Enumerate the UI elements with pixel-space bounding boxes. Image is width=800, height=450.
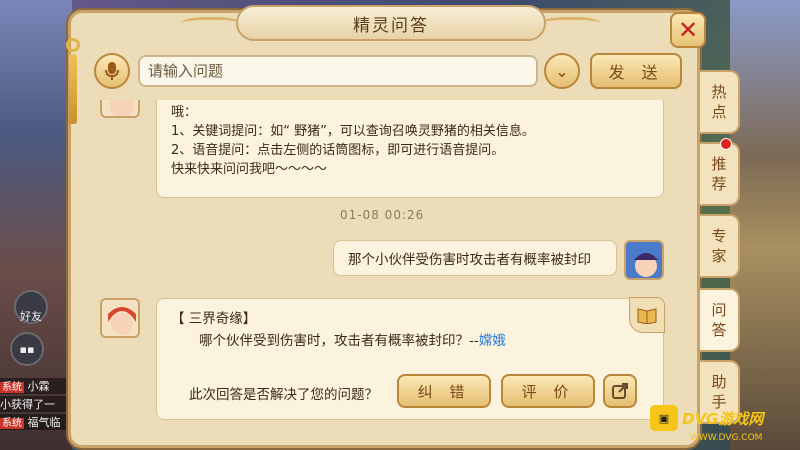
- intro-line: 哦：: [171, 105, 198, 120]
- tab-qa-label: 问答: [711, 301, 727, 339]
- tab-expert[interactable]: 专家: [700, 214, 740, 278]
- title-ornament-right: [541, 17, 601, 33]
- answer-message: 【 三界奇缘】 哪个伙伴受到伤害时，攻击者有概率被封印？--嫦娥 此次回答是否解…: [156, 297, 665, 420]
- send-button[interactable]: 发 送: [590, 53, 682, 89]
- chat-line-3-text: 福气临: [27, 416, 61, 429]
- share-button[interactable]: [603, 374, 637, 408]
- feedback-question: 此次回答是否解决了您的问题？: [189, 387, 378, 403]
- intro-line: 快来快来问问我吧～～～～: [171, 162, 328, 177]
- watermark: ▣ DVG游戏网: [650, 405, 763, 431]
- chat-bubble-icon: ▪▪: [19, 342, 35, 356]
- answer-title: 【 三界奇缘】: [171, 311, 257, 327]
- friends-button[interactable]: 好友: [14, 290, 48, 324]
- page-title: 精灵问答: [353, 15, 429, 36]
- chat-area[interactable]: 哦： 1、关键词提问：如“ 野猪”，可以查询召唤灵野猪的相关信息。 2、语音提问…: [90, 100, 680, 430]
- system-tag: 系统: [0, 382, 24, 393]
- tab-recommend-label: 推荐: [711, 155, 727, 193]
- intro-message: 哦： 1、关键词提问：如“ 野猪”，可以查询召唤灵野猪的相关信息。 2、语音提问…: [156, 100, 664, 198]
- microphone-icon: [105, 62, 119, 80]
- notification-dot: [720, 138, 732, 150]
- book-badge: [629, 297, 665, 333]
- message-timestamp: 01-08 00:26: [340, 208, 425, 222]
- assistant-avatar: [100, 298, 140, 338]
- rate-button[interactable]: 评 价: [501, 374, 595, 408]
- question-input[interactable]: [138, 55, 538, 87]
- user-message: 那个小伙伴受伤害时攻击者有概率被封印: [333, 240, 617, 276]
- answer-question-text: 哪个伙伴受到伤害时，攻击者有概率被封印？--: [199, 333, 479, 349]
- chat-line-1-text: 小霖: [27, 380, 50, 393]
- gamepad-icon: ▣: [650, 405, 678, 431]
- chevron-down-icon: ⌄: [555, 61, 569, 81]
- tassel-ornament: [66, 38, 80, 128]
- chat-line-2-text: 小获得了一: [0, 398, 55, 411]
- close-button[interactable]: ✕: [670, 12, 706, 48]
- intro-line: 2、语音提问：点击左侧的话筒图标，即可进行语音提问。: [171, 143, 505, 158]
- correct-label: 纠 错: [417, 382, 471, 401]
- title-ornament-left: [181, 17, 241, 33]
- voice-input-button[interactable]: [94, 53, 130, 89]
- tab-qa[interactable]: 问答: [700, 288, 740, 352]
- friends-label: 好友: [20, 310, 42, 323]
- book-icon: [637, 308, 657, 324]
- watermark-url: WWW.DVG.COM: [690, 433, 763, 443]
- user-message-text: 那个小伙伴受伤害时攻击者有概率被封印: [348, 252, 591, 268]
- game-background-right: [730, 0, 800, 450]
- user-avatar: [624, 240, 664, 280]
- avatar: [100, 100, 140, 118]
- close-icon: ✕: [677, 16, 699, 44]
- watermark-text: DVG游戏网: [682, 409, 764, 428]
- answer-author-link[interactable]: 嫦娥: [479, 333, 506, 349]
- correct-button[interactable]: 纠 错: [397, 374, 491, 408]
- share-icon: [612, 383, 628, 399]
- answer-question: 哪个伙伴受到伤害时，攻击者有概率被封印？--嫦娥: [199, 329, 506, 349]
- tab-expert-label: 专家: [711, 227, 727, 265]
- intro-line: 1、关键词提问：如“ 野猪”，可以查询召唤灵野猪的相关信息。: [171, 124, 535, 139]
- system-tag: 系统: [0, 418, 24, 429]
- rate-label: 评 价: [521, 382, 575, 401]
- tab-recommend[interactable]: 推荐: [700, 142, 740, 206]
- title-bar: 精灵问答: [236, 5, 546, 41]
- chat-bubble-button[interactable]: ▪▪: [10, 332, 44, 366]
- tab-hot[interactable]: 热点: [700, 70, 740, 134]
- history-dropdown-button[interactable]: ⌄: [544, 53, 580, 89]
- tab-hot-label: 热点: [711, 83, 727, 121]
- send-label: 发 送: [608, 63, 664, 82]
